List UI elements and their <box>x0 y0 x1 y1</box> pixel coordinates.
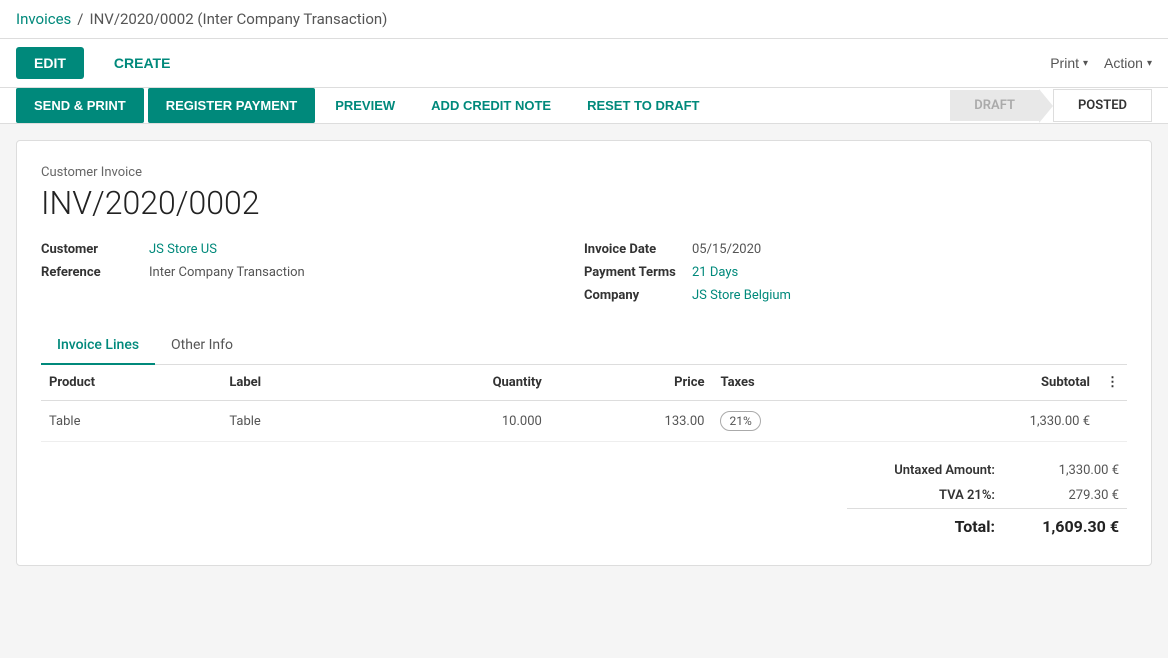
print-action-group: Print Action <box>1050 55 1152 71</box>
meta-payment-terms-row: Payment Terms 21 Days <box>584 265 1127 280</box>
totals-untaxed-row: Untaxed Amount: 1,330.00 € <box>847 458 1127 483</box>
totals-tax-row: TVA 21%: 279.30 € <box>847 483 1127 509</box>
reference-key: Reference <box>41 265 141 280</box>
col-header-subtotal: Subtotal <box>876 365 1098 401</box>
reference-value: Inter Company Transaction <box>149 265 305 280</box>
meta-customer-row: Customer JS Store US <box>41 242 584 257</box>
invoice-number: INV/2020/0002 <box>41 184 1127 222</box>
meta-grid: Customer JS Store US Reference Inter Com… <box>41 242 1127 303</box>
tabs: Invoice Lines Other Info <box>41 327 1127 365</box>
status-posted: POSTED <box>1053 89 1152 122</box>
col-header-taxes: Taxes <box>712 365 876 401</box>
tax-amount: 279.30 € <box>1003 483 1127 509</box>
secondary-bar: SEND & PRINT REGISTER PAYMENT PREVIEW AD… <box>0 88 1168 124</box>
total-amount: 1,609.30 € <box>1003 509 1127 542</box>
tab-invoice-lines[interactable]: Invoice Lines <box>41 327 155 365</box>
col-header-label: Label <box>221 365 360 401</box>
add-credit-note-button[interactable]: ADD CREDIT NOTE <box>415 88 567 123</box>
cell-label: Table <box>221 401 360 442</box>
table-section: Product Label Quantity Price Taxes Subto… <box>41 365 1127 442</box>
meta-right: Invoice Date 05/15/2020 Payment Terms 21… <box>584 242 1127 303</box>
tax-badge[interactable]: 21% <box>720 411 760 431</box>
status-draft: DRAFT <box>950 90 1039 121</box>
create-button[interactable]: CREATE <box>96 47 189 79</box>
table-header-row: Product Label Quantity Price Taxes Subto… <box>41 365 1127 401</box>
cell-quantity: 10.000 <box>360 401 550 442</box>
meta-invoice-date-row: Invoice Date 05/15/2020 <box>584 242 1127 257</box>
col-header-product: Product <box>41 365 221 401</box>
breadcrumb-current: INV/2020/0002 (Inter Company Transaction… <box>89 10 387 28</box>
top-bar: Invoices / INV/2020/0002 (Inter Company … <box>0 0 1168 39</box>
status-arrow-1 <box>1039 89 1053 123</box>
preview-button[interactable]: PREVIEW <box>319 88 411 123</box>
meta-company-row: Company JS Store Belgium <box>584 288 1127 303</box>
untaxed-label: Untaxed Amount: <box>847 458 1003 483</box>
tax-label: TVA 21%: <box>847 483 1003 509</box>
payment-terms-value[interactable]: 21 Days <box>692 265 738 280</box>
action-bar: EDIT CREATE Print Action <box>0 39 1168 88</box>
col-header-actions: ⋮ <box>1098 365 1127 401</box>
invoice-table: Product Label Quantity Price Taxes Subto… <box>41 365 1127 442</box>
invoice-date-key: Invoice Date <box>584 242 684 257</box>
meta-left: Customer JS Store US Reference Inter Com… <box>41 242 584 303</box>
cell-row-actions <box>1098 401 1127 442</box>
action-dropdown-button[interactable]: Action <box>1104 55 1152 71</box>
invoice-date-value: 05/15/2020 <box>692 242 761 257</box>
payment-terms-key: Payment Terms <box>584 265 684 280</box>
invoice-type-label: Customer Invoice <box>41 165 1127 180</box>
cell-price: 133.00 <box>550 401 713 442</box>
untaxed-amount: 1,330.00 € <box>1003 458 1127 483</box>
col-header-quantity: Quantity <box>360 365 550 401</box>
total-label: Total: <box>847 509 1003 542</box>
status-track: DRAFT POSTED <box>950 89 1152 123</box>
cell-product: Table <box>41 401 221 442</box>
col-header-price: Price <box>550 365 713 401</box>
cell-taxes: 21% <box>712 401 876 442</box>
edit-button[interactable]: EDIT <box>16 47 84 79</box>
breadcrumb-separator: / <box>77 10 83 28</box>
content-area: Customer Invoice INV/2020/0002 Customer … <box>0 124 1168 582</box>
customer-key: Customer <box>41 242 141 257</box>
customer-value[interactable]: JS Store US <box>149 242 217 257</box>
register-payment-button[interactable]: REGISTER PAYMENT <box>148 88 315 123</box>
send-print-button[interactable]: SEND & PRINT <box>16 88 144 123</box>
totals-total-row: Total: 1,609.30 € <box>847 509 1127 542</box>
cell-subtotal: 1,330.00 € <box>876 401 1098 442</box>
meta-reference-row: Reference Inter Company Transaction <box>41 265 584 280</box>
reset-to-draft-button[interactable]: RESET TO DRAFT <box>571 88 715 123</box>
breadcrumb: Invoices / INV/2020/0002 (Inter Company … <box>16 10 387 28</box>
totals-section: Untaxed Amount: 1,330.00 € TVA 21%: 279.… <box>41 458 1127 541</box>
table-row: Table Table 10.000 133.00 21% 1,330.00 € <box>41 401 1127 442</box>
print-dropdown-button[interactable]: Print <box>1050 55 1088 71</box>
totals-table: Untaxed Amount: 1,330.00 € TVA 21%: 279.… <box>847 458 1127 541</box>
tab-other-info[interactable]: Other Info <box>155 327 249 365</box>
company-value[interactable]: JS Store Belgium <box>692 288 791 303</box>
breadcrumb-parent-link[interactable]: Invoices <box>16 10 71 28</box>
invoice-card: Customer Invoice INV/2020/0002 Customer … <box>16 140 1152 566</box>
company-key: Company <box>584 288 684 303</box>
